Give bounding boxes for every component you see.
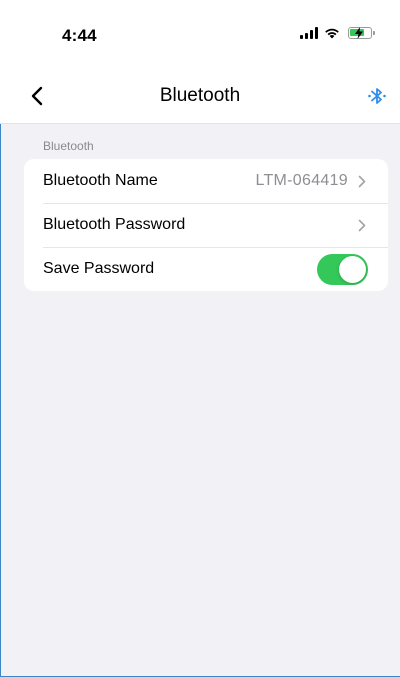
save-password-toggle[interactable]: [317, 254, 368, 285]
chevron-right-icon: [358, 219, 366, 232]
bluetooth-name-value: LTM-064419: [255, 172, 348, 189]
status-time: 4:44: [62, 26, 97, 45]
status-icons: [300, 27, 375, 39]
bluetooth-name-row[interactable]: Bluetooth Name LTM-064419: [24, 159, 388, 203]
bluetooth-button[interactable]: [366, 85, 388, 107]
bluetooth-name-label: Bluetooth Name: [43, 172, 158, 189]
save-password-row: Save Password: [24, 247, 388, 291]
toggle-knob: [339, 256, 366, 283]
page-title: Bluetooth: [159, 85, 241, 106]
battery-charging-icon: [348, 27, 375, 39]
header: 4:44 Bluetooth: [0, 0, 400, 124]
settings-card: Bluetooth Name LTM-064419 Bluetooth Pass…: [24, 159, 388, 291]
signal-icon: [300, 27, 318, 39]
chevron-right-icon: [358, 175, 366, 188]
bluetooth-icon: [368, 88, 386, 104]
bluetooth-password-row[interactable]: Bluetooth Password: [24, 203, 388, 247]
section-label: Bluetooth: [43, 139, 94, 153]
bluetooth-password-label: Bluetooth Password: [43, 216, 186, 233]
wifi-icon: [325, 28, 339, 39]
